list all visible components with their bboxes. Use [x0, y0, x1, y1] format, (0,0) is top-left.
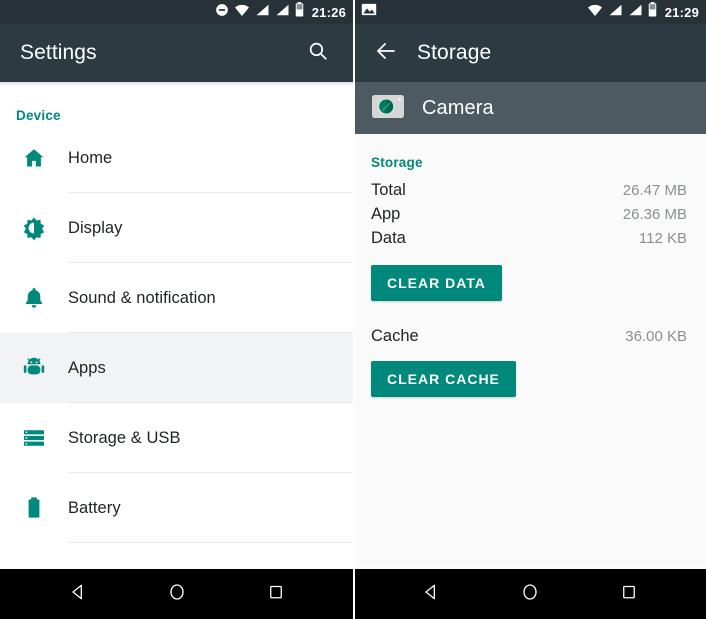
- sidebar-item-label: Sound & notification: [68, 288, 216, 307]
- clear-cache-button[interactable]: CLEAR CACHE: [371, 361, 516, 397]
- row-label: Data: [371, 229, 406, 247]
- brightness-icon: [0, 216, 68, 240]
- storage-icon: [0, 427, 68, 449]
- app-name: Camera: [422, 96, 494, 119]
- nav-back-button[interactable]: [52, 569, 104, 619]
- home-circle-icon: [520, 582, 540, 607]
- sidebar-item-label: Battery: [68, 498, 121, 517]
- recents-square-icon: [620, 583, 638, 606]
- nav-home-button[interactable]: [504, 569, 556, 619]
- status-bar-right: 21:29: [353, 0, 706, 24]
- sidebar-item-storage-usb[interactable]: Storage & USB: [0, 403, 353, 473]
- settings-list: Device Home Display Sound & notification…: [0, 86, 353, 566]
- sidebar-item-sound-notification[interactable]: Sound & notification: [0, 263, 353, 333]
- wifi-icon: [587, 3, 603, 22]
- row-label: Total: [371, 181, 406, 199]
- page-title: Storage: [417, 41, 492, 64]
- sidebar-item-battery[interactable]: Battery: [0, 473, 353, 543]
- camera-app-icon: [371, 91, 405, 126]
- row-value: 26.36 MB: [622, 206, 687, 223]
- home-circle-icon: [167, 582, 187, 607]
- signal-icon: [275, 3, 290, 22]
- storage-toolbar: Storage: [353, 24, 706, 82]
- signal-icon: [255, 3, 270, 22]
- sidebar-item-label: Apps: [68, 358, 106, 377]
- storage-row-data: Data 112 KB: [369, 227, 690, 251]
- settings-screen: 21:26 Settings Device Home Display Sound…: [0, 0, 353, 619]
- sidebar-item-label: Home: [68, 148, 113, 167]
- screen-divider: [353, 0, 355, 619]
- sidebar-item-apps[interactable]: Apps: [0, 333, 353, 403]
- status-bar-right-icons: 21:26: [215, 2, 346, 22]
- bell-icon: [0, 286, 68, 310]
- navigation-bar-right: [353, 569, 706, 619]
- status-bar-clock: 21:29: [664, 4, 699, 20]
- clear-cache-button-wrapper: CLEAR CACHE: [369, 349, 690, 397]
- battery-icon: [295, 2, 304, 22]
- app-storage-screen: 21:29 Storage Camera Storage Total 26.47…: [353, 0, 706, 619]
- status-bar-clock: 21:26: [311, 4, 346, 20]
- home-icon: [0, 146, 68, 170]
- nav-recents-button[interactable]: [250, 569, 302, 619]
- sidebar-item-label: Display: [68, 218, 123, 237]
- search-button[interactable]: [299, 34, 337, 72]
- row-value: 26.47 MB: [622, 182, 687, 199]
- status-bar-notification-icons: [361, 2, 377, 22]
- back-triangle-icon: [68, 582, 88, 607]
- divider: [68, 542, 353, 543]
- do-not-disturb-icon: [215, 3, 229, 22]
- search-icon: [307, 40, 329, 67]
- signal-icon: [628, 3, 643, 22]
- sidebar-item-label: Storage & USB: [68, 428, 181, 447]
- clear-data-button[interactable]: CLEAR DATA: [371, 265, 502, 301]
- settings-toolbar: Settings: [0, 24, 353, 82]
- navigation-bar-left: [0, 569, 353, 619]
- storage-row-cache: Cache 36.00 KB: [369, 301, 690, 349]
- sidebar-item-display[interactable]: Display: [0, 193, 353, 263]
- section-header-storage: Storage: [371, 155, 423, 170]
- app-header-band: Camera: [353, 82, 706, 134]
- screenshot-image-icon: [361, 2, 377, 22]
- page-title: Settings: [20, 41, 97, 64]
- sidebar-item-home[interactable]: Home: [0, 123, 353, 193]
- back-button[interactable]: [367, 34, 405, 72]
- clear-data-button-wrapper: CLEAR DATA: [369, 251, 690, 301]
- arrow-back-icon: [374, 39, 398, 68]
- row-label: App: [371, 205, 401, 223]
- section-header-device: Device: [16, 108, 61, 123]
- storage-details: Storage Total 26.47 MB App 26.36 MB Data…: [353, 134, 706, 566]
- battery-icon: [648, 2, 657, 22]
- nav-home-button[interactable]: [151, 569, 203, 619]
- row-label: Cache: [371, 327, 419, 345]
- row-value: 36.00 KB: [625, 328, 687, 345]
- android-icon: [0, 356, 68, 380]
- row-value: 112 KB: [638, 230, 687, 247]
- storage-row-app: App 26.36 MB: [369, 203, 690, 227]
- nav-back-button[interactable]: [405, 569, 457, 619]
- storage-row-total: Total 26.47 MB: [369, 179, 690, 203]
- status-bar-right-icons: 21:29: [587, 2, 699, 22]
- back-triangle-icon: [421, 582, 441, 607]
- dual-screenshot-container: 21:26 Settings Device Home Display Sound…: [0, 0, 706, 619]
- battery-full-icon: [0, 496, 68, 520]
- recents-square-icon: [267, 583, 285, 606]
- status-bar-left: 21:26: [0, 0, 353, 24]
- signal-icon: [608, 3, 623, 22]
- wifi-icon: [234, 3, 250, 22]
- nav-recents-button[interactable]: [603, 569, 655, 619]
